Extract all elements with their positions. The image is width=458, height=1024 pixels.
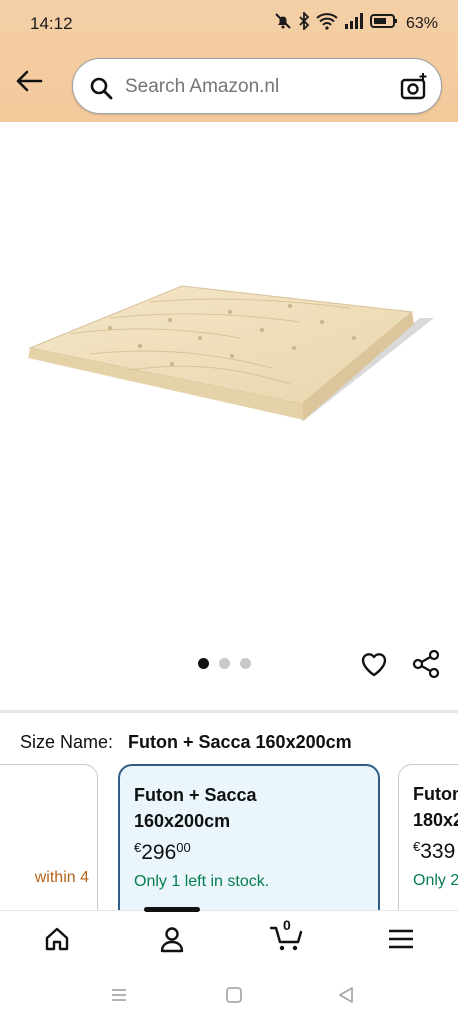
heart-icon[interactable] bbox=[358, 648, 390, 685]
stock-status: Only 1 left in stock. bbox=[134, 873, 270, 890]
signal-icon bbox=[344, 12, 364, 35]
bluetooth-icon bbox=[298, 10, 310, 35]
cart-count: 0 bbox=[283, 917, 291, 933]
status-time: 14:12 bbox=[30, 14, 73, 33]
size-option-title-line1: Futon + Sacca bbox=[134, 785, 257, 805]
size-name-value: Futon + Sacca 160x200cm bbox=[128, 732, 352, 752]
system-navigation-bar bbox=[0, 966, 458, 1024]
pagination-dot-2[interactable] bbox=[219, 658, 230, 669]
section-divider bbox=[0, 710, 458, 713]
size-option-card-selected[interactable]: Futon + Sacca 160x200cm €29600 Only 1 le… bbox=[118, 764, 380, 910]
search-input[interactable] bbox=[125, 73, 385, 101]
search-bar[interactable] bbox=[72, 58, 442, 114]
search-icon[interactable] bbox=[89, 76, 113, 105]
recents-icon[interactable] bbox=[110, 986, 128, 1009]
futon-mattress-image bbox=[28, 285, 434, 422]
delivery-text: within 4 bbox=[34, 869, 89, 886]
share-icon[interactable] bbox=[410, 648, 442, 685]
product-image[interactable] bbox=[0, 122, 458, 662]
price-whole: 296 bbox=[141, 841, 177, 864]
size-option-title-line2: 160x200cm bbox=[134, 811, 231, 831]
nav-active-indicator bbox=[144, 907, 200, 912]
size-name-label: Size Name: bbox=[20, 732, 114, 752]
status-icons: 63% bbox=[274, 10, 438, 35]
back-system-icon[interactable] bbox=[337, 986, 355, 1009]
menu-icon[interactable] bbox=[384, 923, 418, 955]
size-option-card[interactable]: Futon + Sacca 180x200cm €339 Only 2 bbox=[398, 764, 458, 910]
size-option-title-line1: Futon + Sacca bbox=[413, 784, 458, 804]
image-pagination bbox=[198, 658, 251, 669]
back-arrow-icon bbox=[15, 69, 43, 98]
status-bar: 14:12 63% bbox=[0, 0, 458, 48]
size-options-carousel[interactable]: within 4 Futon + Sacca 160x200cm €29600 … bbox=[0, 764, 458, 910]
battery-percent: 63% bbox=[405, 14, 438, 32]
header-band: 14:12 63% bbox=[0, 0, 458, 122]
camera-icon[interactable] bbox=[399, 72, 429, 107]
bottom-navigation: 0 bbox=[0, 907, 458, 966]
home-system-icon[interactable] bbox=[225, 986, 243, 1009]
back-button[interactable] bbox=[12, 66, 46, 100]
stock-status: Only 2 bbox=[413, 872, 458, 889]
account-icon[interactable] bbox=[155, 923, 189, 955]
battery-icon bbox=[369, 12, 398, 35]
pagination-dot-1[interactable] bbox=[198, 658, 209, 669]
size-option-price: €29600 bbox=[134, 840, 364, 865]
price-whole: 339 bbox=[420, 840, 456, 863]
pagination-dot-3[interactable] bbox=[240, 658, 251, 669]
home-icon[interactable] bbox=[40, 923, 74, 955]
size-option-price: €339 bbox=[413, 839, 458, 864]
mute-bell-icon bbox=[274, 12, 292, 35]
wifi-icon bbox=[316, 12, 338, 35]
cart-button[interactable]: 0 bbox=[269, 917, 304, 955]
size-option-title-line2: 180x200cm bbox=[413, 810, 458, 830]
size-option-card[interactable]: within 4 bbox=[0, 764, 98, 910]
price-cents: 00 bbox=[176, 840, 191, 855]
